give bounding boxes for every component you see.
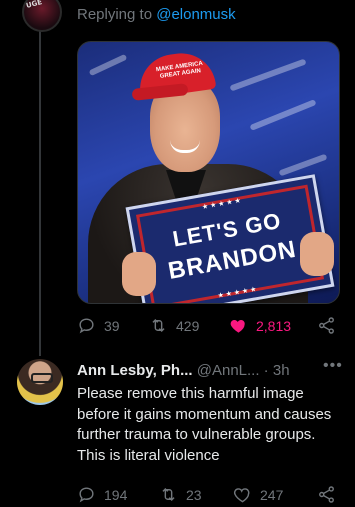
right-hand [300, 232, 334, 276]
user-handle[interactable]: @AnnL... [197, 362, 260, 379]
share-icon [319, 486, 334, 503]
reply-button[interactable]: 39 [77, 316, 120, 335]
share-button[interactable] [317, 316, 336, 335]
retweet-count: 429 [176, 317, 200, 334]
avatar[interactable] [17, 359, 63, 405]
avatar[interactable]: UGE [22, 0, 62, 32]
like-button[interactable]: 2,813 [229, 316, 291, 335]
background-streak [278, 153, 328, 177]
tweet-actions: 39 429 2,813 [77, 316, 339, 338]
like-count: 2,813 [256, 317, 292, 334]
like-button[interactable]: 247 [233, 485, 283, 504]
avatar-badge-text: UGE [25, 0, 43, 10]
replying-to-label: Replying to [77, 6, 157, 23]
reply-icon [79, 318, 94, 334]
display-name[interactable]: Ann Lesby, Ph... [77, 362, 193, 379]
reply-count: 39 [104, 317, 120, 334]
left-hand [122, 252, 156, 296]
reply-icon [79, 487, 94, 503]
tweet-actions: 194 23 247 [77, 485, 339, 507]
tweet-header: Ann Lesby, Ph... @AnnL... · 3h [77, 362, 290, 379]
heart-icon [233, 488, 250, 503]
separator: · [259, 362, 273, 379]
tweet-media-image[interactable]: MAKE AMERICA GREAT AGAIN ★★★★★ LET'S GO … [77, 41, 340, 304]
like-count: 247 [260, 486, 284, 503]
retweet-count: 23 [186, 486, 202, 503]
heart-filled-icon [230, 319, 245, 333]
glasses [31, 373, 53, 383]
background-streak [88, 53, 128, 77]
reply-button[interactable]: 194 [77, 485, 127, 504]
replying-to-handle-link[interactable]: @elonmusk [156, 6, 235, 23]
share-button[interactable] [317, 485, 336, 504]
share-icon [319, 317, 334, 334]
retweet-button[interactable]: 23 [159, 485, 202, 504]
thread-line [39, 30, 41, 356]
background-streak [229, 58, 307, 92]
reply-count: 194 [104, 486, 128, 503]
timestamp[interactable]: 3h [273, 362, 290, 379]
more-icon[interactable]: ••• [323, 357, 343, 375]
retweet-button[interactable]: 429 [149, 316, 199, 335]
replying-to: Replying to @elonmusk [77, 6, 236, 23]
retweet-icon [162, 487, 175, 502]
retweet-icon [152, 318, 165, 333]
tweet-text: Please remove this harmful image before … [77, 385, 332, 464]
background-streak [249, 99, 317, 131]
